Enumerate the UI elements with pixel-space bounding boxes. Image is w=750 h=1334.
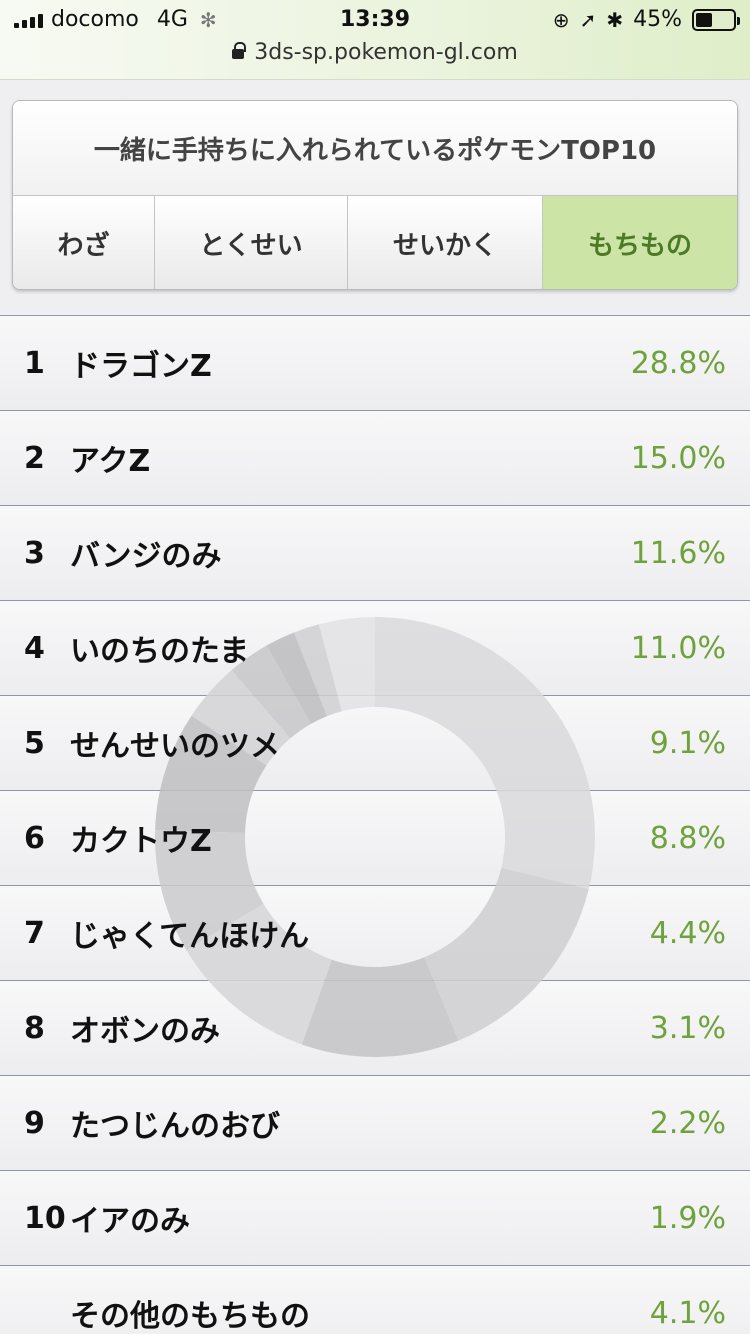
item-name: イアのみ	[70, 1204, 190, 1239]
bluetooth-icon: ✱	[606, 7, 624, 32]
location-arrow-icon: ➚	[579, 7, 597, 32]
status-left: docomo 4G ✻	[14, 7, 217, 32]
list-item: 2 アクZ 15.0%	[0, 410, 750, 505]
item-name: じゃくてんほけん	[70, 919, 310, 954]
rank-number: 4	[24, 630, 45, 666]
tab-abilities[interactable]: とくせい	[155, 196, 348, 289]
list-item: 8 オボンのみ 3.1%	[0, 980, 750, 1075]
usage-percent: 8.8%	[649, 820, 726, 856]
tab-bar: わざ とくせい せいかく もちもの	[13, 196, 737, 289]
lock-icon	[232, 42, 247, 59]
tab-items[interactable]: もちもの	[543, 196, 737, 289]
item-name: バンジのみ	[70, 539, 222, 574]
item-name: せんせいのツメ	[70, 729, 280, 764]
item-name: オボンのみ	[70, 1014, 220, 1049]
page-title: 一緒に手持ちに入れられているポケモンTOP10	[13, 101, 737, 196]
list-item: 4 いのちのたま 11.0%	[0, 600, 750, 695]
network-label: 4G	[156, 7, 188, 32]
rank-number: 2	[24, 440, 45, 476]
rank-number: 1	[24, 345, 45, 381]
status-bar: docomo 4G ✻ 13:39 ⊕ ➚ ✱ 45% 3ds-sp.pokem…	[0, 0, 750, 80]
ranking-header-card: 一緒に手持ちに入れられているポケモンTOP10 わざ とくせい せいかく もちも…	[12, 100, 738, 290]
list-item: 10 イアのみ 1.9%	[0, 1170, 750, 1265]
list-item: 3 バンジのみ 11.6%	[0, 505, 750, 600]
rank-number: 3	[24, 535, 45, 571]
url-bar[interactable]: 3ds-sp.pokemon-gl.com	[0, 40, 750, 65]
list-item: その他のもちもの 4.1%	[0, 1265, 750, 1334]
rank-number: 8	[24, 1010, 45, 1046]
item-name: その他のもちもの	[70, 1299, 310, 1334]
rank-number: 9	[24, 1105, 45, 1141]
usage-percent: 15.0%	[630, 440, 726, 476]
usage-percent: 1.9%	[649, 1200, 726, 1236]
rank-number: 6	[24, 820, 45, 856]
list-item: 1 ドラゴンZ 28.8%	[0, 315, 750, 410]
battery-percent: 45%	[633, 7, 682, 32]
tab-moves[interactable]: わざ	[13, 196, 155, 289]
item-name: カクトウZ	[70, 824, 212, 859]
usage-percent: 2.2%	[649, 1105, 726, 1141]
signal-icon	[14, 12, 43, 28]
item-name: アクZ	[70, 444, 151, 479]
usage-percent: 3.1%	[649, 1010, 726, 1046]
ranking-list: 1 ドラゴンZ 28.8% 2 アクZ 15.0% 3 バンジのみ 11.6% 4 いのちのたま 11…	[0, 315, 750, 1334]
tab-natures[interactable]: せいかく	[348, 196, 543, 289]
battery-icon	[692, 8, 740, 31]
rotation-lock-icon: ⊕	[552, 7, 570, 32]
usage-percent: 28.8%	[630, 345, 726, 381]
item-name: たつじんのおび	[70, 1109, 280, 1144]
usage-percent: 11.0%	[630, 630, 726, 666]
usage-percent: 9.1%	[649, 725, 726, 761]
loading-spinner-icon: ✻	[199, 7, 217, 32]
battery-fill	[696, 12, 713, 27]
list-item: 7 じゃくてんほけん 4.4%	[0, 885, 750, 980]
rank-number: 5	[24, 725, 45, 761]
rank-number: 7	[24, 915, 45, 951]
rank-number: 10	[24, 1200, 66, 1236]
usage-percent: 4.1%	[649, 1295, 726, 1331]
usage-percent: 4.4%	[649, 915, 726, 951]
carrier-label: docomo	[51, 7, 139, 32]
usage-percent: 11.6%	[630, 535, 726, 571]
item-name: ドラゴンZ	[70, 349, 212, 384]
list-item: 5 せんせいのツメ 9.1%	[0, 695, 750, 790]
status-right: ⊕ ➚ ✱ 45%	[552, 7, 740, 32]
url-text: 3ds-sp.pokemon-gl.com	[254, 40, 518, 65]
item-name: いのちのたま	[70, 634, 250, 669]
list-item: 6 カクトウZ 8.8%	[0, 790, 750, 885]
list-item: 9 たつじんのおび 2.2%	[0, 1075, 750, 1170]
